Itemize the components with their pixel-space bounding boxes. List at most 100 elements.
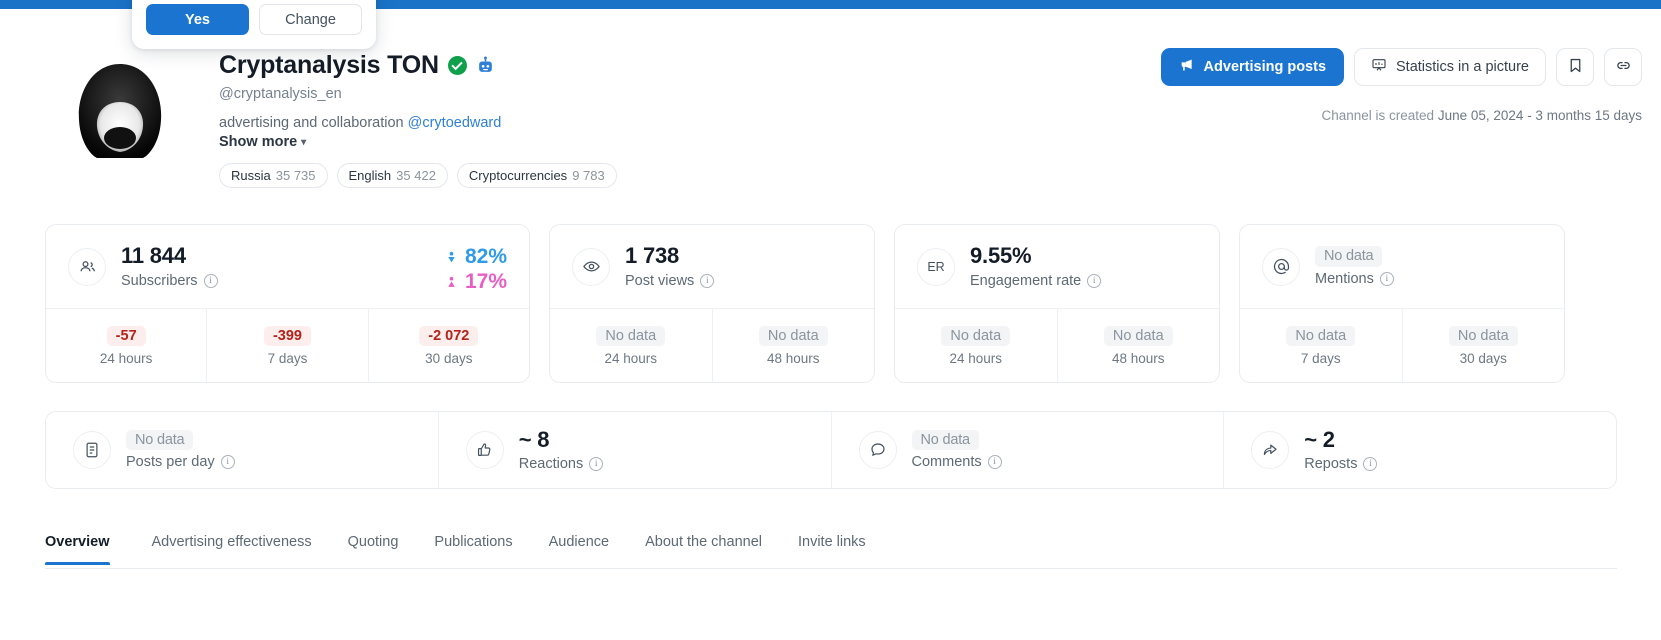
er-icon: ER [917, 247, 955, 286]
card-mentions-text: No data Mentions i [1315, 246, 1394, 287]
post-views-value: 1 738 [625, 243, 680, 269]
show-more-button[interactable]: Show more ▾ [219, 134, 306, 150]
tag-english[interactable]: English 35 422 [336, 163, 448, 188]
reposts-text: ~ 2 Reposts i [1304, 427, 1378, 472]
male-icon [448, 251, 455, 262]
delta-value: No data [758, 325, 828, 346]
engagement-rate-label-row: Engagement rate i [970, 273, 1102, 289]
tag-label: Russia [231, 168, 271, 183]
tag-value: 35 422 [396, 168, 436, 183]
male-share-value: 82% [464, 245, 507, 268]
card-engagement-rate-deltas: No data 24 hours No data 48 hours [895, 308, 1219, 382]
tag-cryptocurrencies[interactable]: Cryptocurrencies 9 783 [456, 163, 617, 188]
link-icon [1615, 57, 1632, 77]
card-post-views: 1 738 Post views i No data 24 hours No d… [549, 224, 875, 383]
show-more-label: Show more [219, 134, 298, 150]
card-mentions: No data Mentions i No data 7 days No dat… [1239, 224, 1565, 383]
reactions-item: ~ 8 Reactions i [437, 412, 831, 488]
comments-item: No data Comments i [830, 412, 1224, 488]
delta-label: 48 hours [766, 350, 820, 366]
info-icon[interactable]: i [700, 273, 715, 288]
posts-per-day-label: Posts per day [126, 454, 215, 471]
comments-label-row: Comments i [912, 454, 1002, 470]
reactions-label: Reactions [518, 456, 584, 473]
eye-icon [572, 247, 610, 286]
tab-quoting[interactable]: Quoting [330, 524, 417, 564]
bookmark-button[interactable] [1556, 48, 1594, 86]
reactions-label-row: Reactions i [518, 456, 604, 473]
info-icon[interactable]: i [1087, 273, 1102, 288]
card-subscribers-deltas: -57 24 hours -399 7 days -2 072 30 days [46, 308, 529, 382]
male-share-row: 82% [445, 245, 507, 269]
delta-cell: No data 48 hours [711, 309, 875, 382]
engagement-rate-value: 9.55% [970, 243, 1032, 269]
female-share-row: 17% [445, 270, 507, 294]
tab-audience[interactable]: Audience [531, 524, 627, 564]
delta-value: No data [1286, 325, 1356, 346]
document-icon [73, 431, 111, 469]
avatar[interactable] [67, 58, 173, 164]
info-icon[interactable]: i [1379, 271, 1394, 286]
channel-description: advertising and collaboration @crytoedwa… [219, 115, 617, 131]
delta-cell: -2 072 30 days [367, 309, 529, 382]
delta-value: -2 072 [419, 325, 479, 346]
post-views-label-row: Post views i [625, 272, 715, 289]
card-engagement-rate: ER 9.55% Engagement rate i No data 24 ho… [894, 224, 1220, 383]
comment-icon [858, 431, 897, 469]
presentation-icon [1371, 57, 1387, 77]
tab-about-the-channel[interactable]: About the channel [627, 524, 780, 564]
channel-description-mention[interactable]: @crytoedward [408, 115, 502, 131]
delta-label: 48 hours [1111, 350, 1165, 366]
bookmark-icon [1567, 57, 1584, 77]
female-share-value: 17% [464, 270, 507, 293]
card-subscribers-header: 11 844 Subscribers i 82% 17% [46, 225, 529, 308]
tag-value: 9 783 [572, 168, 605, 183]
posts-per-day-value: No data [126, 429, 194, 451]
card-engagement-rate-header: ER 9.55% Engagement rate i [895, 225, 1219, 308]
gender-split: 82% 17% [445, 245, 507, 294]
posts-per-day-text: No data Posts per day i [126, 429, 235, 471]
tab-overview[interactable]: Overview [45, 524, 134, 565]
tab-invite-links[interactable]: Invite links [780, 524, 884, 564]
card-mentions-deltas: No data 7 days No data 30 days [1240, 308, 1564, 382]
delta-cell: -399 7 days [206, 309, 367, 382]
statistics-in-a-picture-label: Statistics in a picture [1396, 59, 1529, 75]
info-icon[interactable]: i [203, 273, 218, 288]
bot-icon [476, 56, 495, 75]
delta-cell: No data 24 hours [550, 309, 712, 382]
tag-russia[interactable]: Russia 35 735 [219, 163, 328, 188]
header-actions: Advertising posts Statistics in a pictur… [1160, 48, 1642, 86]
megaphone-icon [1179, 57, 1195, 77]
delta-label: 24 hours [949, 350, 1003, 366]
mentions-label: Mentions [1315, 270, 1374, 287]
info-icon[interactable]: i [589, 457, 604, 472]
confirm-yes-button[interactable]: Yes [146, 4, 249, 35]
copy-link-button[interactable] [1604, 48, 1642, 86]
advertising-posts-label: Advertising posts [1203, 59, 1327, 75]
thumbs-up-icon [465, 431, 504, 469]
delta-value: -399 [263, 325, 311, 346]
channel-identity: Cryptanalysis TON @cryptanalysis_en adve… [219, 51, 617, 188]
created-date: June 05, 2024 [1437, 108, 1524, 123]
confirm-change-button[interactable]: Change [259, 4, 362, 35]
info-icon[interactable]: i [220, 455, 235, 470]
people-icon [68, 247, 106, 286]
subscribers-label: Subscribers [121, 272, 198, 289]
chevron-down-icon: ▾ [301, 136, 307, 148]
created-age: - 3 months 15 days [1527, 108, 1642, 123]
reactions-value: ~ 8 [518, 426, 550, 452]
tab-advertising-effectiveness[interactable]: Advertising effectiveness [134, 524, 330, 564]
repost-icon [1251, 431, 1290, 469]
comments-text: No data Comments i [911, 429, 1002, 470]
post-views-label: Post views [625, 272, 695, 289]
mentions-label-row: Mentions i [1315, 271, 1394, 287]
statistics-in-a-picture-button[interactable]: Statistics in a picture [1354, 48, 1546, 86]
info-icon[interactable]: i [1363, 457, 1378, 472]
card-mentions-header: No data Mentions i [1240, 225, 1564, 308]
card-post-views-deltas: No data 24 hours No data 48 hours [550, 308, 874, 382]
tab-publications[interactable]: Publications [416, 524, 530, 564]
delta-label: 7 days [1300, 350, 1341, 366]
advertising-posts-button[interactable]: Advertising posts [1160, 48, 1345, 86]
subscribers-value: 11 844 [121, 243, 186, 269]
info-icon[interactable]: i [987, 455, 1002, 470]
